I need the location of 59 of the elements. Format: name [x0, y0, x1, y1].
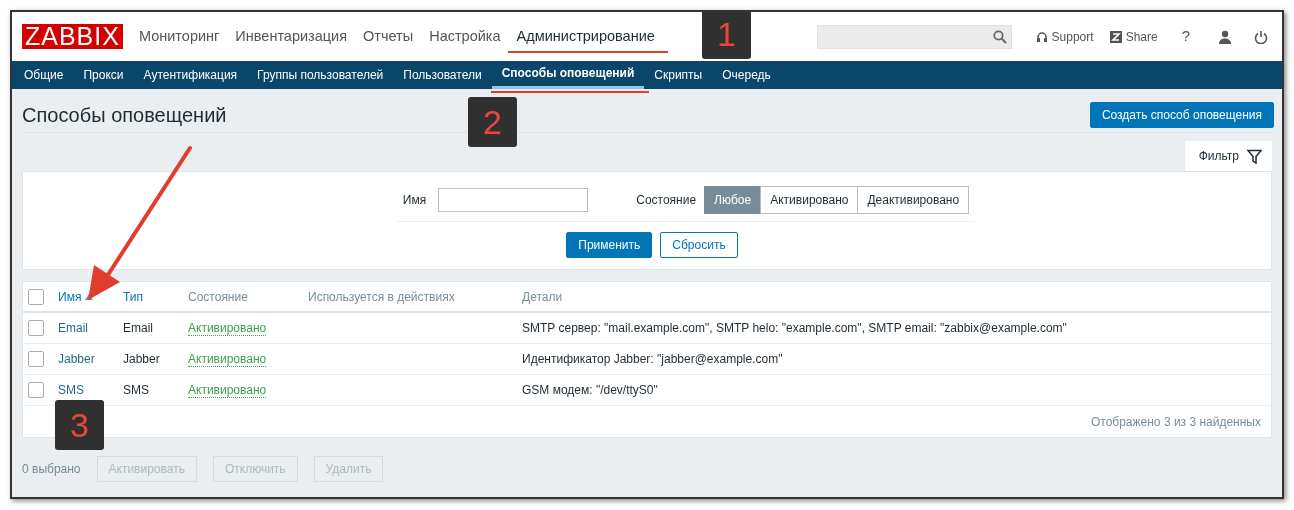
menu-item[interactable]: Мониторинг: [130, 25, 228, 48]
status-link[interactable]: Активировано: [188, 321, 267, 336]
name-link[interactable]: Email: [58, 321, 88, 335]
column-header: Используется в действиях: [308, 288, 455, 306]
filter-icon: [1247, 148, 1262, 164]
submenu-item[interactable]: Общие: [14, 61, 74, 89]
menu-item[interactable]: Администрирование: [508, 25, 663, 48]
column-header[interactable]: Тип: [123, 287, 143, 306]
logo: ZABBIX: [22, 24, 123, 49]
results-summary: Отображено 3 из 3 найденных: [1090, 413, 1261, 431]
name-link[interactable]: SMS: [58, 383, 84, 397]
submenu-item[interactable]: Пользователи: [393, 61, 492, 89]
power-icon[interactable]: [1254, 29, 1268, 44]
search-icon[interactable]: [992, 29, 1007, 44]
column-header[interactable]: Имя: [58, 287, 82, 306]
menu-item[interactable]: Инвентаризация: [227, 25, 356, 48]
table-cell: Jabber: [123, 352, 160, 366]
field-label: Имя: [402, 192, 428, 209]
table-cell-text: SMTP сервер: "mail.example.com", SMTP helo: "example.com", SMTP email: "zabbix@example.com": [522, 320, 1067, 337]
table-cell-text: GSM модем: "/dev/ttyS0": [522, 382, 658, 399]
create-button[interactable]: Создать способ оповещения: [1089, 102, 1274, 128]
menu-item[interactable]: Настройка: [421, 25, 509, 48]
submenu-item[interactable]: Очередь: [712, 61, 781, 89]
column-header: Состояние: [188, 288, 248, 306]
status-link[interactable]: Активировано: [188, 352, 267, 367]
state-option[interactable]: Активировано: [760, 186, 859, 214]
name-link[interactable]: Jabber: [58, 352, 95, 366]
help-link[interactable]: ?: [1181, 25, 1190, 48]
support-link[interactable]: Support: [1035, 27, 1094, 46]
field-label: Состояние: [636, 192, 697, 209]
z-logo-icon: [1109, 30, 1122, 43]
annotation-badge: 3: [55, 400, 104, 450]
row-checkbox[interactable]: [28, 351, 44, 367]
reset-button[interactable]: Сбросить: [660, 232, 738, 258]
submenu-item[interactable]: Прокси: [73, 61, 134, 89]
table-cell: SMS: [123, 383, 149, 397]
annotation-badge: 1: [702, 12, 751, 59]
name-input[interactable]: [438, 188, 589, 212]
state-option[interactable]: Деактивировано: [857, 186, 970, 214]
submenu-item[interactable]: Группы пользователей: [247, 61, 394, 89]
status-link[interactable]: Активировано: [188, 383, 267, 398]
submenu-item[interactable]: Скрипты: [644, 61, 713, 89]
select-all-checkbox[interactable]: [28, 288, 44, 305]
column-header: Детали: [522, 288, 563, 306]
selected-count: 0 выбрано: [22, 461, 81, 478]
menu-item[interactable]: Отчеты: [355, 25, 422, 48]
search-field[interactable]: [816, 24, 1012, 49]
row-checkbox[interactable]: [28, 382, 44, 398]
page-title: Способы оповещений: [22, 103, 227, 128]
row-checkbox[interactable]: [28, 320, 44, 336]
submenu-item[interactable]: Аутентификация: [133, 61, 248, 89]
table-cell: Email: [123, 321, 153, 335]
annotation-badge: 2: [468, 97, 517, 147]
headset-icon: [1035, 30, 1048, 43]
apply-button[interactable]: Применить: [566, 232, 653, 258]
filter-tab[interactable]: Фильтр: [1184, 141, 1272, 171]
user-icon[interactable]: [1218, 29, 1232, 44]
share-link[interactable]: Share: [1109, 27, 1158, 46]
table-cell-text: Идентификатор Jabber: "jabber@example.com": [522, 351, 783, 368]
